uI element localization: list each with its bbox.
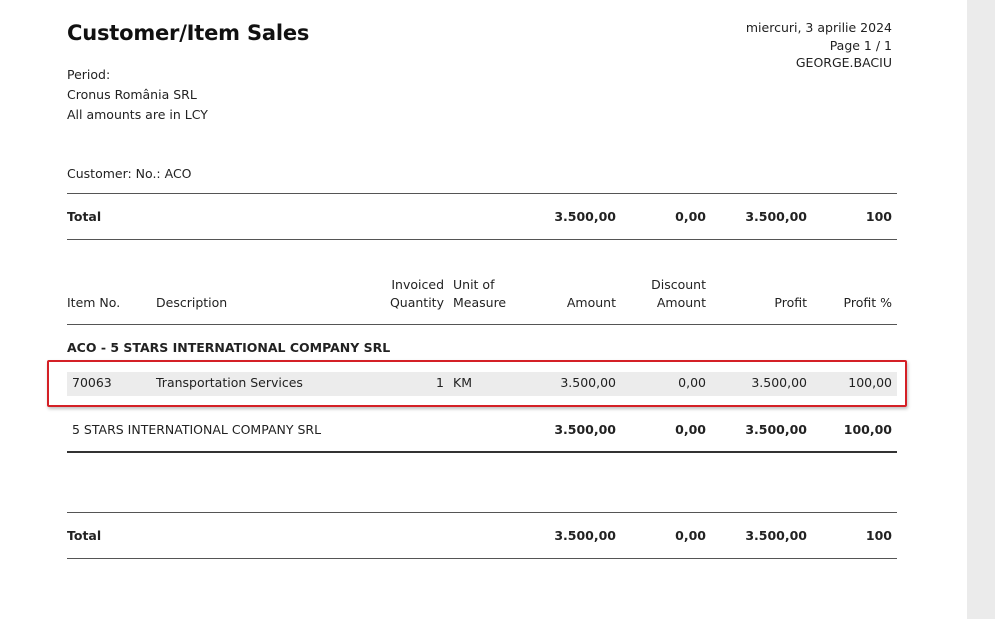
summary-total-profit-pct: 100 (865, 209, 892, 224)
col-item-no: Item No. (67, 295, 121, 310)
grand-total-discount: 0,00 (675, 528, 706, 543)
subtotal-amount: 3.500,00 (554, 422, 616, 437)
scrollbar-track[interactable] (967, 0, 995, 619)
col-amount: Amount (566, 295, 616, 310)
col-profit: Profit (774, 295, 807, 310)
divider (67, 451, 897, 453)
highlight-frame (47, 360, 907, 407)
col-discount-2: Amount (656, 295, 706, 310)
subtotal-profit: 3.500,00 (745, 422, 807, 437)
report-date: miercuri, 3 aprilie 2024 (745, 20, 892, 35)
currency-note: All amounts are in LCY (67, 107, 208, 122)
subtotal-discount: 0,00 (675, 422, 706, 437)
divider (67, 239, 897, 240)
customer-group-header: ACO - 5 STARS INTERNATIONAL COMPANY SRL (67, 340, 391, 355)
grand-total-profit-pct: 100 (865, 528, 892, 543)
summary-total-discount: 0,00 (675, 209, 706, 224)
col-discount-1: Discount (651, 277, 706, 292)
period-label: Period: (67, 67, 111, 82)
page-number: Page 1 / 1 (829, 38, 892, 53)
col-uom-1: Unit of (453, 277, 495, 292)
grand-total-profit: 3.500,00 (745, 528, 807, 543)
col-description: Description (156, 295, 228, 310)
col-invoiced-qty-2: Quantity (389, 295, 444, 310)
divider (67, 193, 897, 194)
company-name: Cronus România SRL (67, 87, 197, 102)
grand-total-amount: 3.500,00 (554, 528, 616, 543)
divider (67, 558, 897, 559)
summary-total-label: Total (67, 209, 102, 224)
subtotal-label: 5 STARS INTERNATIONAL COMPANY SRL (72, 422, 322, 437)
col-uom-2: Measure (453, 295, 507, 310)
divider (67, 324, 897, 325)
report-user: GEORGE.BACIU (795, 55, 892, 70)
subtotal-profit-pct: 100,00 (843, 422, 892, 437)
grand-total-label: Total (67, 528, 102, 543)
customer-filter: Customer: No.: ACO (67, 166, 192, 181)
report-title: Customer/Item Sales (67, 21, 310, 45)
col-profit-pct: Profit % (843, 295, 892, 310)
report-page: Customer/Item Sales miercuri, 3 aprilie … (0, 0, 967, 619)
col-invoiced-qty-1: Invoiced (391, 277, 444, 292)
summary-total-amount: 3.500,00 (554, 209, 616, 224)
divider (67, 512, 897, 513)
summary-total-profit: 3.500,00 (745, 209, 807, 224)
